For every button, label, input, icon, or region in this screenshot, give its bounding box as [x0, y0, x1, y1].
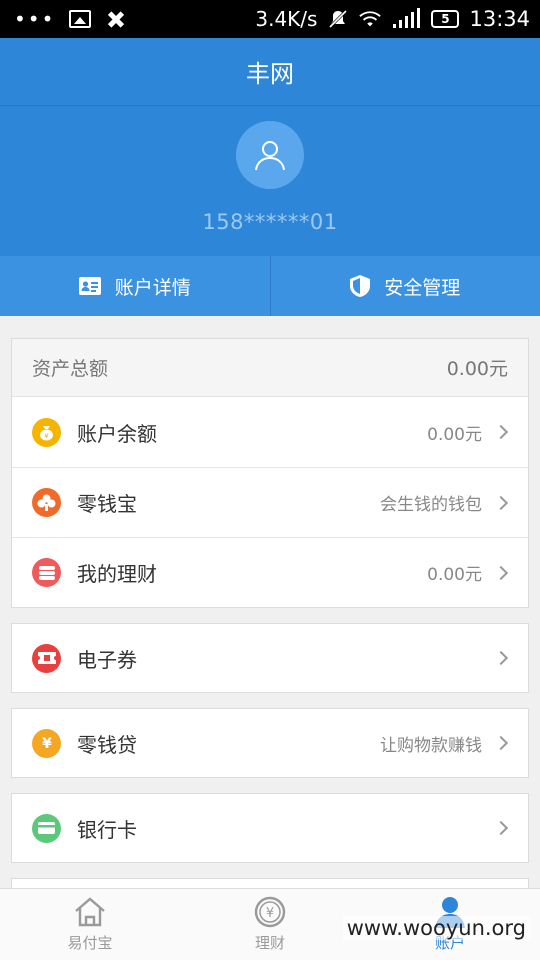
clock: 13:34	[469, 7, 530, 31]
bank-card-row[interactable]: 银行卡	[12, 794, 528, 862]
account-actions: 账户详情 安全管理	[0, 256, 540, 316]
page-title: 丰网	[246, 60, 294, 88]
status-bar: ••• 3.4K/s 5 13:34	[0, 0, 540, 38]
nav-finance-tab[interactable]: ¥ 理财	[180, 889, 360, 960]
chevron-right-icon	[493, 820, 509, 836]
loan-row[interactable]: ¥ 零钱贷 让购物款赚钱	[12, 709, 528, 777]
next-card-partial	[11, 878, 529, 888]
watermark: www.wooyun.org	[342, 916, 530, 940]
image-notification-icon	[69, 10, 92, 28]
change-treasure-row[interactable]: 零钱宝 会生钱的钱包	[12, 467, 528, 537]
chevron-right-icon	[493, 495, 509, 510]
total-assets-label: 资产总额	[32, 358, 109, 380]
profile-header: 158******01	[0, 106, 540, 256]
svg-text:¥: ¥	[44, 432, 49, 440]
nav-home-label: 易付宝	[67, 934, 113, 952]
security-management-button[interactable]: 安全管理	[269, 256, 540, 316]
account-balance-row[interactable]: ¥ 账户余额 0.00元	[12, 397, 528, 467]
my-investment-row[interactable]: 我的理财 0.00元	[12, 537, 528, 607]
coins-icon	[32, 488, 61, 517]
loan-value: 让购物款赚钱	[380, 735, 482, 756]
chevron-right-icon	[493, 650, 509, 666]
my-investment-value: 0.00元	[427, 565, 482, 585]
wifi-icon	[359, 11, 382, 27]
svg-text:¥: ¥	[42, 736, 52, 752]
stack-coins-icon	[32, 558, 61, 587]
loan-icon: ¥	[32, 728, 61, 758]
network-speed: 3.4K/s	[255, 7, 318, 31]
yen-circle-icon: ¥	[254, 896, 286, 928]
coupon-label: 电子券	[77, 647, 137, 672]
loan-card: ¥ 零钱贷 让购物款赚钱	[11, 708, 529, 778]
nav-finance-label: 理财	[254, 934, 285, 952]
money-bag-icon: ¥	[32, 417, 61, 447]
svg-text:¥: ¥	[266, 906, 274, 921]
account-balance-value: 0.00元	[427, 424, 482, 445]
bank-card-card: 银行卡	[11, 793, 529, 863]
coupon-row[interactable]: 电子券	[12, 624, 528, 692]
signal-icon	[393, 8, 421, 28]
loan-label: 零钱贷	[77, 732, 137, 757]
tools-notification-icon	[105, 9, 125, 29]
user-outline-icon	[255, 141, 285, 171]
total-assets-header: 资产总额 0.00元	[12, 339, 528, 397]
ticket-icon	[32, 643, 61, 673]
change-treasure-label: 零钱宝	[77, 492, 137, 516]
account-details-label: 账户详情	[114, 276, 191, 299]
security-management-label: 安全管理	[384, 276, 461, 299]
phone-number: 158******01	[202, 210, 338, 234]
coupon-card: 电子券	[11, 623, 529, 693]
bank-card-icon	[32, 813, 61, 843]
change-treasure-value: 会生钱的钱包	[380, 495, 482, 515]
chevron-right-icon	[493, 735, 509, 751]
home-icon	[75, 897, 105, 927]
total-assets-value: 0.00元	[446, 358, 508, 380]
shield-icon	[350, 275, 371, 297]
avatar[interactable]	[236, 121, 304, 189]
assets-card: 资产总额 0.00元 ¥ 账户余额 0.00元 零钱宝 会生钱的钱包 我的理财 …	[11, 338, 529, 608]
more-notifications-icon: •••	[14, 7, 56, 31]
account-details-button[interactable]: 账户详情	[0, 256, 270, 316]
account-balance-label: 账户余额	[77, 421, 157, 446]
chevron-right-icon	[493, 424, 509, 440]
id-card-icon	[78, 277, 101, 295]
chevron-right-icon	[493, 565, 509, 580]
nav-home-tab[interactable]: 易付宝	[0, 889, 180, 960]
mute-icon	[329, 9, 348, 29]
battery-icon: 5	[431, 10, 460, 28]
my-investment-label: 我的理财	[77, 562, 157, 586]
title-bar: 丰网	[0, 38, 540, 106]
bank-card-label: 银行卡	[77, 817, 137, 842]
